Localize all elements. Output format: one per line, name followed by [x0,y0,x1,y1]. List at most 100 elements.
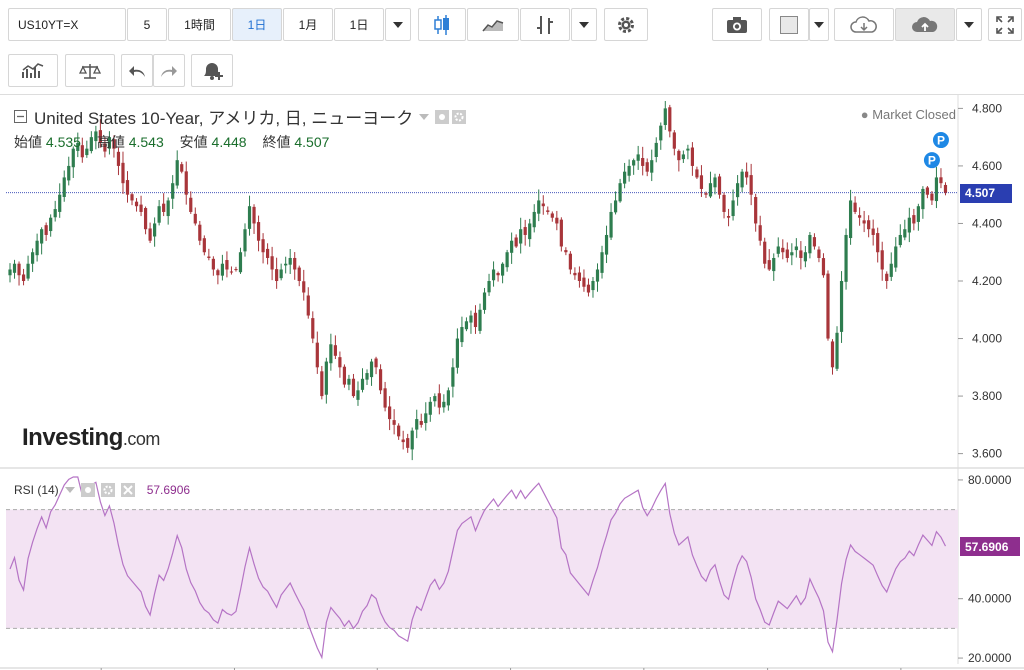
interval-select[interactable]: 1日 [334,8,384,41]
candle-body [686,148,690,151]
candle-body [921,188,925,210]
candlestick-style-button[interactable] [418,8,466,41]
open-label: 始値 [14,134,42,150]
rsi-tag-text: 57.6906 [965,539,1009,554]
candle-body [717,176,722,195]
event-marker-label: P [928,154,936,168]
candle-body [821,258,826,276]
candle-body [740,171,744,188]
candle-body [125,180,130,195]
cloud-download-icon [850,15,877,33]
chevron-down-icon[interactable] [419,113,430,120]
candle-body [256,222,261,241]
candle-body [419,421,423,425]
candle-body [320,371,324,397]
candle-body [514,237,518,247]
visibility-settings-icons[interactable] [435,109,467,124]
candle-body [943,184,948,193]
color-dropdown[interactable] [809,8,829,41]
high-label: 高値 [96,134,125,150]
collapse-icon[interactable] [14,109,28,124]
chevron-down-icon[interactable] [64,487,75,493]
indicators-button[interactable] [8,54,58,87]
area-chart-icon [482,19,504,31]
symbol-field[interactable]: US10YT=X [8,8,126,41]
candle-body [546,210,550,212]
candle-body [731,200,735,217]
chart-style-dropdown[interactable] [571,8,597,41]
screenshot-button[interactable] [712,8,762,41]
color-picker-button[interactable] [769,8,809,41]
compare-button[interactable] [65,54,115,87]
candle-body [907,217,911,233]
candle-body [455,338,460,368]
candle-body [528,223,532,240]
candle-body [67,165,71,181]
candle-body [202,238,206,253]
chart-area[interactable]: 4.800 4.600 4.400 4.200 4.000 3.800 3.600 80.0… [0,94,1024,670]
interval-button-1d-active[interactable]: 1日 [232,8,282,41]
candle-body [148,228,152,241]
settings-button[interactable] [604,8,648,41]
open-value: 4.535 [45,134,81,150]
interval-label: 1日 [247,18,267,32]
candle-body [40,229,44,244]
ohlc-bar-icon [537,15,553,34]
event-marker-label: P [937,134,945,148]
candle-body [143,208,148,230]
undo-button[interactable] [121,54,153,87]
candle-body [835,332,839,369]
candle-body [668,107,672,132]
candle-body [636,154,640,161]
interval-button-1h[interactable]: 1時間 [168,8,231,41]
cloud-dropdown[interactable] [956,8,982,41]
fullscreen-button[interactable] [988,8,1022,41]
candle-body [862,220,866,224]
candle-body [867,220,871,230]
candle-body [130,194,134,201]
candle-body [803,252,807,262]
interval-dropdown-button[interactable] [385,8,411,41]
candle-body [374,358,378,368]
candle-body [360,378,365,390]
candle-body [853,202,857,212]
candle-body [754,197,758,224]
cloud-download-button[interactable] [834,8,894,41]
candle-body [279,269,283,279]
candle-body [858,215,862,218]
candle-body [44,225,48,235]
cloud-upload-button[interactable] [895,8,955,41]
candle-body [17,263,21,276]
interval-button-5[interactable]: 5 [127,8,167,41]
candle-body [469,315,473,323]
candle-body [735,183,740,198]
candle-body [812,237,817,247]
chart-canvas[interactable]: 4.800 4.600 4.400 4.200 4.000 3.800 3.600 80.0… [0,94,1024,670]
candle-body [604,234,609,255]
candle-body [293,257,297,270]
candle-body [790,252,794,256]
candle-body [591,281,595,291]
redo-button[interactable] [153,54,185,87]
chevron-down-icon [814,21,824,28]
rsi-axis-tick: 80.0000 [968,473,1012,487]
candle-body [211,258,215,270]
alert-button[interactable] [191,54,233,87]
candle-body [478,309,482,331]
candle-body [116,151,121,166]
rsi-band [6,509,958,629]
interval-button-1m[interactable]: 1月 [283,8,333,41]
bar-style-button[interactable] [520,8,570,41]
indicators-icon [22,62,44,78]
logo-suffix: .com [122,429,161,449]
candle-body [329,344,333,364]
candle-body [532,211,536,228]
rsi-control-icons[interactable] [80,483,141,497]
candle-body [586,284,591,293]
candle-body [26,263,30,279]
line-style-button[interactable] [467,8,519,41]
candle-body [799,250,803,258]
candle-body [383,388,387,408]
candle-body [708,183,713,197]
candle-body [234,269,238,271]
